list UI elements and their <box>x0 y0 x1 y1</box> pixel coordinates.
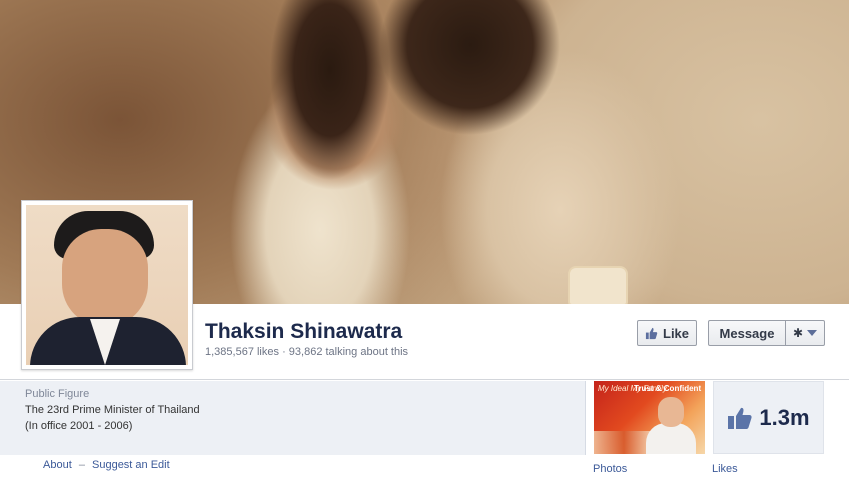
profile-picture[interactable] <box>21 200 193 370</box>
settings-dropdown-button[interactable]: ✱ <box>785 320 825 346</box>
message-button-label: Message <box>719 325 775 341</box>
stats-separator: · <box>282 346 286 358</box>
thumbs-up-icon <box>728 407 753 429</box>
likes-value: 1.3m <box>759 404 810 430</box>
like-button[interactable]: Like <box>637 320 697 346</box>
thumb-person-head <box>658 397 684 427</box>
about-links: About – Suggest an Edit <box>43 459 170 471</box>
likes-count: 1,385,567 likes <box>205 346 279 358</box>
about-description-line-2: (In office 2001 - 2006) <box>25 420 133 432</box>
profile-photo <box>26 205 188 365</box>
page-title[interactable]: Thaksin Shinawatra <box>205 320 402 344</box>
cover-cup <box>568 266 628 304</box>
suggest-edit-link[interactable]: Suggest an Edit <box>92 459 170 471</box>
thumb-person-body <box>646 423 696 454</box>
likes-box[interactable]: 1.3m <box>713 381 824 454</box>
photos-label[interactable]: Photos <box>593 463 627 475</box>
about-panel: Public Figure The 23rd Prime Minister of… <box>0 381 586 455</box>
thumb-crowd <box>594 431 654 454</box>
chevron-down-icon <box>807 330 818 336</box>
gear-icon: ✱ <box>792 326 804 340</box>
likes-label[interactable]: Likes <box>712 463 738 475</box>
about-description-line-1: The 23rd Prime Minister of Thailand <box>25 404 200 416</box>
thumb-text-2: Trust & Confident <box>634 384 702 393</box>
thumbs-up-icon <box>645 327 658 339</box>
photo-face <box>62 229 148 327</box>
message-button[interactable]: Message <box>708 320 786 346</box>
photos-thumbnail[interactable]: My Ideal My Family Trust & Confident <box>594 381 705 454</box>
like-button-label: Like <box>663 325 690 341</box>
talking-about-count: 93,862 talking about this <box>288 346 409 358</box>
page-stats: 1,385,567 likes · 93,862 talking about t… <box>205 346 408 358</box>
link-separator: – <box>78 459 85 471</box>
about-link[interactable]: About <box>43 459 72 471</box>
page-category: Public Figure <box>25 388 90 400</box>
